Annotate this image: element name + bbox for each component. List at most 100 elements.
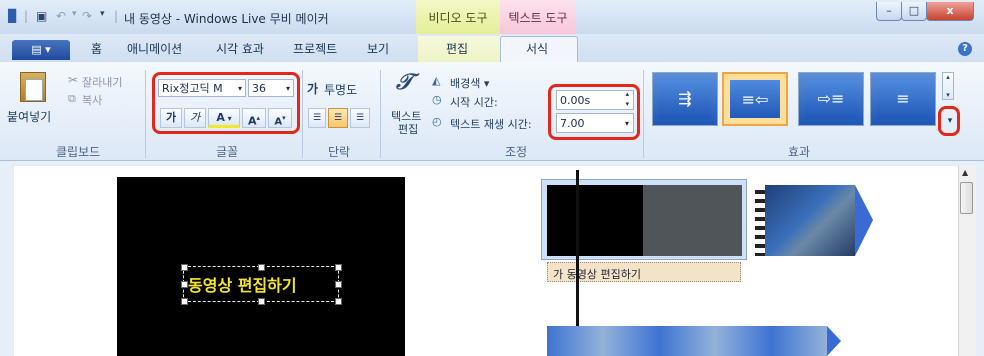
cut-label[interactable]: 잘라내기 — [82, 74, 122, 90]
qat-customize-icon[interactable]: ▾ — [100, 9, 105, 19]
font-size-select[interactable]: 36 ▾ — [248, 79, 294, 97]
group-label-font: 글꼴 — [216, 145, 239, 159]
effect-arrows-icon: ⇶ — [659, 79, 711, 119]
cut-icon: ✂ — [68, 73, 79, 87]
align-center-button[interactable]: ☰ — [328, 108, 348, 128]
effects-more-button[interactable]: ▾ — [945, 111, 955, 131]
tab-project[interactable]: 프로젝트 — [293, 40, 337, 57]
font-family-value: Rix정고딕 M — [162, 82, 223, 95]
ribbon-separator — [380, 70, 381, 158]
maximize-button[interactable]: □ — [901, 2, 927, 21]
tab-animation[interactable]: 애니메이션 — [127, 40, 182, 57]
resize-handle[interactable] — [181, 298, 188, 305]
scroll-thumb[interactable] — [960, 182, 973, 214]
close-button[interactable]: x — [926, 2, 974, 21]
duration-select[interactable]: 7.00 ▾ — [556, 113, 634, 133]
resize-handle[interactable] — [258, 264, 265, 271]
shrink-font-button[interactable]: A▾ — [268, 108, 292, 128]
paste-icon[interactable] — [20, 72, 46, 102]
context-text-tools: 텍스트 도구 — [500, 0, 576, 34]
file-menu-button[interactable]: ▤ ▾ — [12, 40, 70, 60]
text-edit-icon[interactable]: 𝒯 — [396, 70, 413, 95]
ribbon-separator — [302, 70, 303, 158]
chevron-down-icon: ▾ — [624, 119, 629, 128]
resize-handle[interactable] — [258, 298, 265, 305]
font-size-value: 36 — [252, 82, 266, 95]
start-time-value: 0.00s — [560, 94, 591, 107]
resize-handle[interactable] — [181, 281, 188, 288]
start-time-input[interactable]: 0.00s ▴ ▾ — [556, 90, 634, 110]
resize-handle[interactable] — [335, 281, 342, 288]
storyboard-clip-video[interactable] — [765, 185, 855, 256]
effect-fly-in-left[interactable]: ⇶ — [652, 72, 718, 126]
tab-home[interactable]: 홈 — [91, 40, 102, 57]
effect-scroll-left[interactable]: ≡⇦ — [722, 72, 788, 126]
transition-arrow-icon — [855, 185, 873, 256]
bold-button[interactable]: 가 — [160, 108, 182, 128]
font-family-select[interactable]: Rix정고딕 M ▾ — [158, 79, 246, 97]
font-color-button[interactable]: A ▾ — [208, 108, 240, 128]
storyboard-clip-next[interactable] — [547, 326, 827, 356]
shrink-font-glyph: A — [274, 116, 283, 128]
group-label-adjust: 조정 — [505, 145, 528, 159]
help-icon[interactable]: ? — [958, 42, 972, 56]
resize-handle[interactable] — [335, 298, 342, 305]
group-label-clipboard: 클립보드 — [56, 145, 101, 159]
tab-format[interactable]: 서식 — [526, 40, 548, 57]
effect-arrow-right-icon: ⇨≡ — [805, 79, 857, 119]
background-color-icon: ◭ — [432, 74, 441, 87]
effect-scroll-right[interactable]: ⇨≡ — [798, 72, 864, 126]
paste-label[interactable]: 붙여넣기 — [7, 108, 51, 125]
effect-scroll-up[interactable]: ≡ — [870, 72, 936, 126]
timer-icon: ◴ — [432, 115, 442, 128]
ribbon-separator — [643, 70, 644, 158]
app-icon[interactable]: ▉ — [8, 9, 17, 23]
stopwatch-icon: ◷ — [432, 93, 442, 106]
align-left-button[interactable]: ☰ — [308, 108, 326, 128]
film-strip-edge — [755, 185, 765, 256]
minimize-button[interactable]: – — [876, 2, 902, 21]
duration-value: 7.00 — [560, 117, 585, 130]
align-right-button[interactable]: ☰ — [350, 108, 370, 128]
effects-scroll-buttons[interactable]: ▴ ▾ — [942, 72, 954, 100]
effect-arrow-up-icon: ≡ — [877, 79, 929, 119]
copy-label[interactable]: 복사 — [82, 92, 102, 108]
qat-separator-2: | — [114, 9, 119, 23]
qat-separator: | — [24, 9, 29, 23]
resize-handle[interactable] — [335, 264, 342, 271]
grow-font-glyph: A — [247, 114, 257, 128]
redo-icon[interactable]: ↷ — [82, 9, 92, 23]
ribbon-separator — [145, 70, 146, 158]
spinner-icon[interactable]: ▴ ▾ — [625, 89, 629, 109]
font-color-glyph: A — [216, 111, 225, 124]
transition-arrow-icon — [827, 326, 841, 356]
save-icon[interactable]: ▣ — [36, 9, 47, 23]
clip-thumbnail-gray — [643, 185, 742, 256]
undo-dropdown-icon[interactable]: ▾ — [72, 9, 77, 19]
context-video-tools: 비디오 도구 — [416, 0, 500, 34]
effect-arrow-left-icon: ≡⇦ — [730, 80, 780, 118]
caption-strip-text: 가 동영상 편집하기 — [553, 268, 641, 281]
italic-button[interactable]: 가 — [184, 108, 206, 128]
chevron-down-icon: ▾ — [285, 84, 290, 93]
copy-icon: ⧉ — [68, 92, 76, 105]
chevron-down-icon: ▾ — [237, 84, 242, 93]
undo-icon[interactable]: ↶ — [56, 9, 66, 23]
transparency-icon: 가 — [307, 82, 319, 96]
tab-edit[interactable]: 편집 — [446, 40, 468, 57]
transparency-label[interactable]: 투명도 — [324, 81, 357, 98]
background-color-label[interactable]: 배경색 ▾ — [450, 75, 489, 91]
tab-view[interactable]: 보기 — [367, 40, 389, 57]
start-time-label: 시작 시간: — [450, 96, 498, 109]
group-label-paragraph: 단락 — [328, 145, 351, 159]
text-edit-label-line2[interactable]: 편집 — [398, 121, 418, 137]
scroll-up-icon[interactable]: ▲ — [962, 168, 968, 177]
grow-font-button[interactable]: A▴ — [242, 108, 266, 128]
caption-text[interactable]: 동영상 편집하기 — [188, 272, 297, 296]
group-label-effects: 효과 — [788, 145, 811, 159]
duration-label: 텍스트 재생 시간: — [450, 118, 532, 131]
clip-thumbnail-black — [547, 185, 643, 256]
resize-handle[interactable] — [181, 264, 188, 271]
window-title: 내 동영상 - Windows Live 무비 메이커 — [124, 12, 329, 26]
tab-visual-effects[interactable]: 시각 효과 — [216, 40, 264, 57]
